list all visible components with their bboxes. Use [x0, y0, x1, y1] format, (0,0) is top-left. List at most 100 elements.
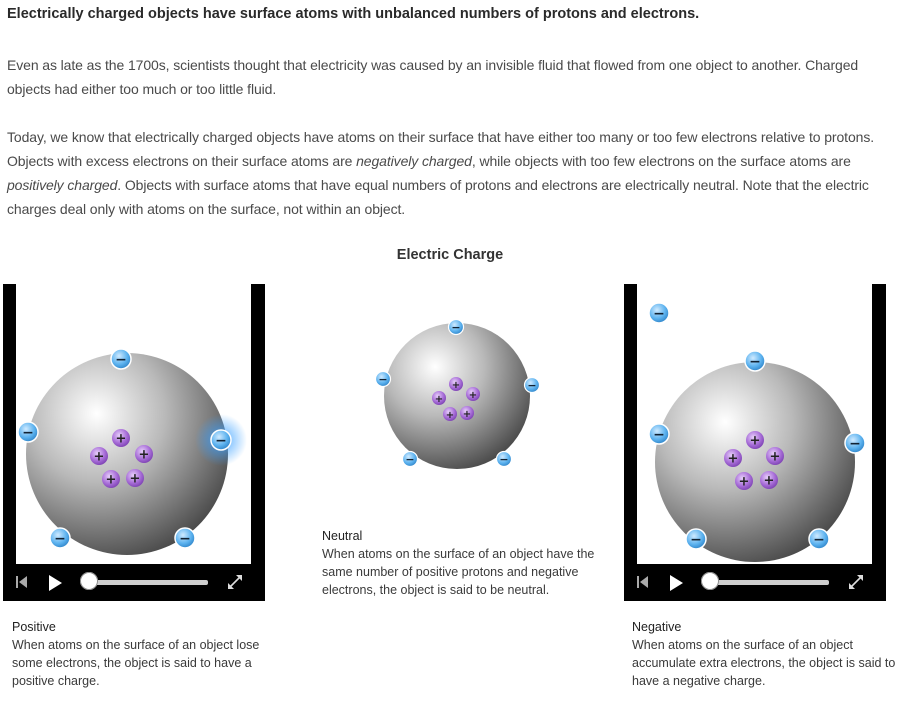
electron: − [110, 348, 132, 370]
electron: − [685, 528, 707, 550]
video-frame-right [872, 284, 886, 601]
electron: − [174, 527, 196, 549]
skip-back-icon[interactable] [636, 575, 650, 589]
svg-text:−: − [378, 373, 387, 386]
svg-text:+: + [116, 432, 127, 447]
sphere [26, 353, 228, 555]
svg-text:+: + [106, 473, 117, 488]
sphere [384, 323, 530, 469]
video-controls [624, 564, 886, 601]
neutral-atom-illustration: + + + + + − − − − − [374, 318, 541, 469]
svg-text:+: + [94, 450, 105, 465]
svg-text:+: + [469, 390, 477, 401]
svg-text:−: − [690, 532, 702, 548]
electron: − [523, 376, 541, 394]
svg-text:+: + [139, 448, 150, 463]
svg-text:+: + [750, 434, 761, 449]
play-icon[interactable] [49, 575, 62, 591]
progress-scrubber[interactable] [80, 572, 98, 590]
svg-text:−: − [499, 453, 508, 466]
positive-atom-illustration: + + + + + − − − − − [17, 348, 247, 555]
figure-title: Electric Charge [396, 247, 504, 263]
progress-track[interactable] [90, 580, 208, 585]
progress-scrubber[interactable] [701, 572, 719, 590]
proton: + [460, 406, 474, 420]
svg-text:+: + [130, 472, 141, 487]
negative-caption: Negative When atoms on the surface of an … [632, 618, 900, 690]
caption-text: When atoms on the surface of an object a… [632, 638, 896, 688]
page-heading: Electrically charged objects have surfac… [7, 6, 700, 22]
svg-text:+: + [728, 452, 739, 467]
svg-text:−: − [451, 321, 460, 334]
svg-text:+: + [435, 394, 443, 405]
proton: + [449, 377, 463, 391]
svg-text:−: − [653, 306, 665, 322]
svg-text:−: − [22, 425, 34, 441]
progress-track[interactable] [711, 580, 829, 585]
electron: − [49, 527, 71, 549]
svg-text:−: − [215, 433, 227, 449]
caption-title: Neutral [322, 529, 363, 543]
svg-text:−: − [653, 427, 665, 443]
proton: + [90, 447, 108, 465]
svg-text:+: + [764, 474, 775, 489]
video-frame-left [624, 284, 637, 601]
paragraph-text: , while objects with too few electrons o… [471, 153, 851, 169]
proton: + [760, 471, 778, 489]
svg-text:+: + [770, 450, 781, 465]
proton: + [724, 449, 742, 467]
electron: − [374, 370, 392, 388]
intro-paragraph: Even as late as the 1700s, scientists th… [7, 57, 859, 97]
svg-text:−: − [179, 531, 191, 547]
svg-text:−: − [405, 453, 414, 466]
proton: + [432, 391, 446, 405]
electron: − [648, 302, 670, 324]
proton: + [102, 470, 120, 488]
caption-title: Positive [12, 620, 56, 634]
term-positively-charged: positively charged [7, 177, 118, 193]
term-negatively-charged: negatively charged [356, 153, 472, 169]
video-frame-left [3, 284, 16, 601]
electron: − [495, 450, 513, 468]
svg-text:+: + [446, 410, 454, 421]
proton: + [746, 431, 764, 449]
svg-text:−: − [115, 352, 127, 368]
svg-text:−: − [813, 532, 825, 548]
proton: + [112, 429, 130, 447]
neutral-caption: Neutral When atoms on the surface of an o… [322, 527, 602, 599]
caption-text: When atoms on the surface of an object l… [12, 638, 260, 688]
proton: + [735, 472, 753, 490]
video-controls [3, 564, 265, 601]
paragraph-text: . Objects with surface atoms that have e… [7, 177, 869, 217]
svg-text:−: − [54, 531, 66, 547]
expand-icon[interactable] [848, 574, 864, 590]
electron: − [808, 528, 830, 550]
electron: − [210, 429, 232, 451]
expand-icon[interactable] [227, 574, 243, 590]
play-icon[interactable] [670, 575, 683, 591]
skip-back-icon[interactable] [15, 575, 29, 589]
svg-text:−: − [527, 379, 536, 392]
proton: + [443, 407, 457, 421]
positive-charge-video[interactable]: + + + + + − − − − − [3, 284, 265, 601]
svg-text:+: + [739, 475, 750, 490]
proton: + [766, 447, 784, 465]
electron: − [844, 432, 866, 454]
electron: − [744, 350, 766, 372]
negative-atom-illustration: + + + + + − − − − − − [648, 302, 866, 562]
svg-text:−: − [749, 354, 761, 370]
negative-charge-video[interactable]: + + + + + − − − − − − [624, 284, 886, 601]
svg-text:−: − [849, 436, 861, 452]
caption-title: Negative [632, 620, 682, 634]
electron: − [648, 423, 670, 445]
svg-text:+: + [452, 380, 460, 391]
caption-text: When atoms on the surface of an object h… [322, 547, 595, 597]
proton: + [466, 387, 480, 401]
explanation-paragraph: Today, we know that electrically charged… [7, 125, 892, 221]
video-frame-right [251, 284, 265, 601]
electron: − [17, 421, 39, 443]
electron: − [447, 318, 465, 336]
positive-caption: Positive When atoms on the surface of an … [12, 618, 262, 690]
proton: + [126, 469, 144, 487]
svg-text:+: + [463, 409, 471, 420]
